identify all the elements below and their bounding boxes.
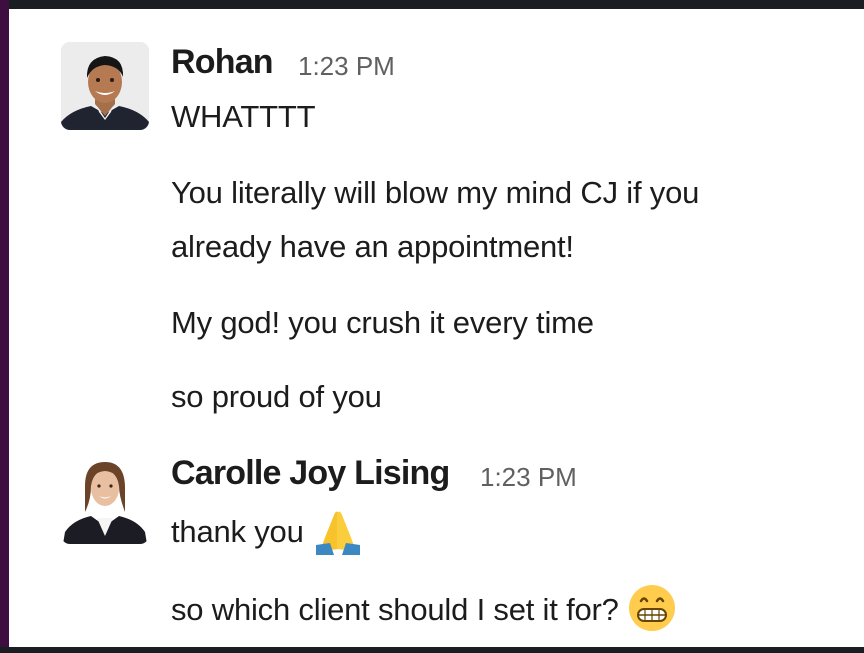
author-name[interactable]: Rohan bbox=[171, 43, 274, 82]
author-name[interactable]: Carolle Joy Lising bbox=[171, 454, 450, 493]
message-text: WHATTTT bbox=[171, 99, 316, 134]
message-timestamp[interactable]: 1:23 PM bbox=[480, 462, 577, 493]
avatar-carolle-icon bbox=[61, 456, 149, 544]
folded-hands-icon bbox=[312, 505, 364, 563]
message-text: already have an appointment! bbox=[171, 229, 574, 264]
avatar-rohan-icon bbox=[61, 42, 149, 130]
message-text: My god! you crush it every time bbox=[171, 305, 594, 340]
avatar[interactable] bbox=[61, 42, 149, 130]
message-text: You literally will blow my mind CJ if yo… bbox=[171, 175, 700, 210]
window-bottom-edge bbox=[0, 647, 864, 653]
message-timestamp[interactable]: 1:23 PM bbox=[298, 51, 395, 82]
sidebar-edge bbox=[0, 0, 9, 653]
message-pane: Rohan 1:23 PM WHATTTT You literally will… bbox=[9, 9, 864, 647]
grinning-face-icon bbox=[627, 583, 677, 641]
avatar[interactable] bbox=[61, 456, 149, 544]
message-text-row: thank you bbox=[171, 505, 364, 563]
message-text: so proud of you bbox=[171, 379, 382, 414]
message-text: so which client should I set it for? bbox=[171, 592, 619, 628]
window-top-edge bbox=[0, 0, 864, 9]
message-text-row: so which client should I set it for? bbox=[171, 583, 677, 641]
message-text: thank you bbox=[171, 514, 304, 550]
